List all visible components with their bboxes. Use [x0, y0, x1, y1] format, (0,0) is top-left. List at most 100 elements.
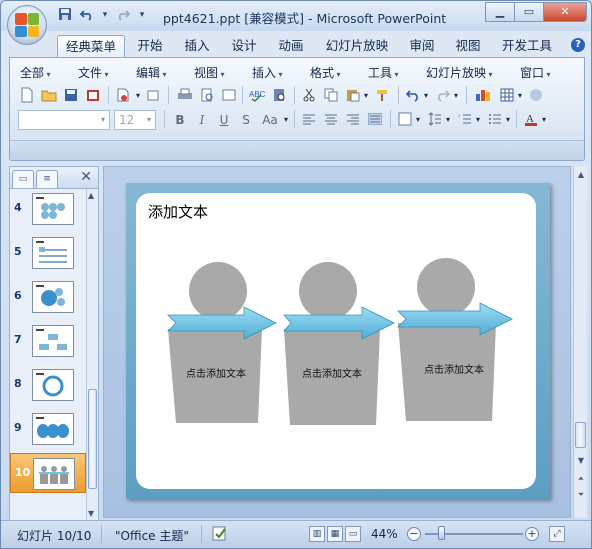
scroll-down-icon[interactable]: ▼ — [575, 454, 587, 468]
tab-home[interactable]: 开始 — [131, 35, 169, 57]
shadow-text-button[interactable]: S — [236, 110, 256, 130]
figure-2[interactable] — [283, 262, 395, 425]
zoom-out-button[interactable]: − — [407, 527, 421, 541]
panel-scrollbar[interactable]: ▲ ▼ — [86, 189, 98, 520]
redo-icon[interactable] — [115, 7, 131, 23]
menu-file[interactable]: 文件 — [78, 64, 109, 81]
redo-dropdown-icon[interactable]: ▾ — [452, 86, 460, 104]
slide-thumbnail-9[interactable]: 9 — [10, 409, 86, 449]
menu-format[interactable]: 格式 — [310, 64, 341, 81]
toolbar-undo-icon[interactable] — [404, 86, 422, 104]
research-icon[interactable] — [144, 86, 162, 104]
zoom-in-button[interactable]: + — [525, 527, 539, 541]
print-preview-icon[interactable] — [198, 86, 216, 104]
menu-insert[interactable]: 插入 — [252, 64, 283, 81]
tab-view[interactable]: 视图 — [449, 35, 487, 57]
minimize-button[interactable]: ▁ — [485, 2, 515, 22]
menu-window[interactable]: 窗口 — [520, 64, 551, 81]
align-center-icon[interactable] — [322, 110, 340, 128]
scroll-up-icon[interactable]: ▲ — [575, 168, 587, 182]
scroll-down-icon[interactable]: ▼ — [88, 509, 94, 518]
slide-scroll-thumb[interactable] — [575, 422, 586, 448]
save-icon[interactable] — [62, 86, 80, 104]
table-dropdown-icon[interactable]: ▾ — [516, 86, 524, 104]
hyperlink-icon[interactable] — [528, 86, 546, 104]
menu-tools[interactable]: 工具 — [368, 64, 399, 81]
slide-scrollbar[interactable]: ▲ ▼ ⏶ ⏷ — [573, 166, 587, 518]
figure-3[interactable] — [397, 258, 513, 421]
bullets-icon[interactable] — [486, 110, 504, 128]
underline-button[interactable]: U — [214, 110, 234, 130]
columns-icon[interactable] — [396, 110, 414, 128]
copy-icon[interactable] — [322, 86, 340, 104]
tab-classic-menu[interactable]: 经典菜单 — [57, 35, 125, 57]
close-panel-icon[interactable]: ✕ — [80, 169, 92, 185]
toolbar-redo-icon[interactable] — [434, 86, 452, 104]
scroll-up-icon[interactable]: ▲ — [88, 191, 94, 200]
font-size-combo[interactable]: 12 ▾ — [114, 110, 156, 130]
slide-thumbnail-6[interactable]: 6 — [10, 277, 86, 317]
font-color-icon[interactable]: A — [522, 110, 540, 128]
close-button[interactable]: ✕ — [543, 2, 587, 22]
slide-thumbnail-8[interactable]: 8 — [10, 365, 86, 405]
tab-insert[interactable]: 插入 — [178, 35, 216, 57]
align-right-icon[interactable] — [344, 110, 362, 128]
undo-dropdown-icon[interactable]: ▾ — [422, 86, 430, 104]
menu-all[interactable]: 全部 — [20, 64, 51, 81]
panel-scroll-thumb[interactable] — [88, 389, 97, 489]
spelling-icon[interactable]: ABC — [248, 86, 266, 104]
paste-icon[interactable] — [344, 86, 362, 104]
help-icon[interactable]: ? — [571, 38, 585, 52]
cut-icon[interactable] — [300, 86, 318, 104]
line-spacing-icon[interactable] — [426, 110, 444, 128]
change-case-button[interactable]: Aa — [258, 110, 282, 130]
slide-sorter-button[interactable]: ▦ — [327, 526, 343, 542]
menu-view[interactable]: 视图 — [194, 64, 225, 81]
figure-3-label[interactable]: 点击添加文本 — [408, 361, 500, 376]
normal-view-button[interactable]: ▥ — [309, 526, 325, 542]
permission-icon[interactable] — [84, 86, 102, 104]
italic-button[interactable]: I — [192, 110, 212, 130]
slide-thumbnail-7[interactable]: 7 — [10, 321, 86, 361]
slideshow-button[interactable]: ▭ — [345, 526, 361, 542]
menu-slideshow[interactable]: 幻灯片放映 — [426, 64, 493, 81]
numbering-icon[interactable]: 1 — [456, 110, 474, 128]
maximize-button[interactable]: ▭ — [514, 2, 544, 22]
email-icon[interactable] — [114, 86, 132, 104]
menu-edit[interactable]: 编辑 — [136, 64, 167, 81]
fit-to-window-button[interactable]: ⤢ — [549, 526, 565, 542]
figure-1[interactable] — [167, 262, 277, 423]
align-left-icon[interactable] — [300, 110, 318, 128]
spelling-status-icon[interactable] — [211, 525, 229, 546]
slides-tab[interactable]: ▭ — [12, 170, 34, 188]
bullets-dropdown-icon[interactable]: ▾ — [504, 110, 512, 128]
office-button[interactable] — [7, 5, 47, 45]
tab-developer[interactable]: 开发工具 — [496, 35, 558, 57]
figure-2-label[interactable]: 点击添加文本 — [286, 365, 378, 380]
tab-animation[interactable]: 动画 — [272, 35, 310, 57]
tab-slideshow[interactable]: 幻灯片放映 — [319, 35, 395, 57]
customize-qat-icon[interactable]: ▾ — [137, 7, 147, 23]
zoom-slider-thumb[interactable] — [438, 526, 445, 540]
tab-design[interactable]: 设计 — [225, 35, 263, 57]
case-dropdown-icon[interactable]: ▾ — [282, 110, 290, 128]
slide-thumbnail-5[interactable]: 5 — [10, 233, 86, 273]
open-folder-icon[interactable] — [40, 86, 58, 104]
new-file-icon[interactable] — [18, 86, 36, 104]
font-name-combo[interactable]: ▾ — [18, 110, 110, 130]
paste-dropdown-icon[interactable]: ▾ — [362, 86, 370, 104]
font-color-dropdown-icon[interactable]: ▾ — [540, 110, 548, 128]
outline-view-icon[interactable] — [220, 86, 238, 104]
previous-slide-icon[interactable]: ⏶ — [575, 472, 587, 486]
slide-thumbnail-4[interactable]: 4 — [10, 189, 86, 229]
current-slide[interactable]: 添加文本 点击添加文本 点击添加文本 点击添加文本 — [126, 183, 550, 499]
numbering-dropdown-icon[interactable]: ▾ — [474, 110, 482, 128]
tab-review[interactable]: 审阅 — [403, 35, 441, 57]
undo-icon[interactable] — [79, 7, 95, 23]
insert-table-icon[interactable] — [498, 86, 516, 104]
qat-dropdown-icon[interactable]: ▾ — [101, 7, 109, 23]
insert-chart-icon[interactable] — [474, 86, 492, 104]
next-slide-icon[interactable]: ⏷ — [575, 488, 587, 502]
zoom-level[interactable]: 44% — [371, 527, 398, 541]
save-icon[interactable] — [57, 7, 73, 23]
